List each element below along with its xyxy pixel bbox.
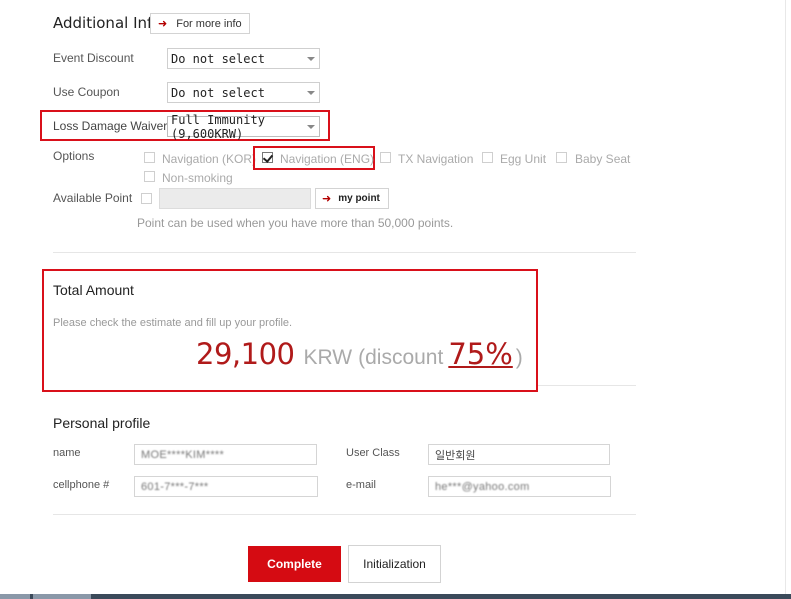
user-class-field: 일반회원 [428, 444, 610, 465]
additional-info-title: Additional Info [53, 14, 162, 32]
nav-kor-label: Navigation (KOR) [162, 152, 257, 166]
email-field[interactable]: he***@yahoo.com [428, 476, 611, 497]
nav-eng-checkbox[interactable] [262, 152, 273, 163]
divider [53, 514, 636, 515]
discount-percent: 75% [448, 337, 513, 371]
reservation-page: Additional Info ➜ For more info Event Di… [0, 0, 791, 599]
more-info-button[interactable]: ➜ For more info [150, 13, 250, 34]
divider [538, 385, 636, 386]
point-input[interactable] [159, 188, 311, 209]
discount-open: (discount [358, 346, 444, 369]
chevron-down-icon [307, 125, 315, 129]
complete-button[interactable]: Complete [248, 546, 341, 582]
initialization-button[interactable]: Initialization [348, 545, 441, 583]
available-point-label: Available Point [53, 191, 133, 205]
chevron-down-icon [307, 57, 315, 61]
use-coupon-label: Use Coupon [53, 85, 120, 99]
ldw-label: Loss Damage Waiver [53, 119, 168, 133]
name-field[interactable]: MOE****KIM**** [134, 444, 317, 465]
baby-seat-checkbox[interactable] [556, 152, 567, 163]
non-smoking-checkbox[interactable] [144, 171, 155, 182]
divider [53, 252, 636, 253]
point-note: Point can be used when you have more tha… [137, 216, 454, 230]
tx-nav-label: TX Navigation [398, 152, 474, 166]
taskbar-segment [33, 594, 91, 599]
discount-close: ) [515, 346, 523, 369]
nav-eng-label: Navigation (ENG) [280, 152, 375, 166]
event-discount-value: Do not select [171, 51, 265, 66]
non-smoking-label: Non-smoking [162, 171, 233, 185]
available-point-checkbox[interactable] [141, 193, 152, 204]
ldw-select[interactable]: Full Immunity (9,600KRW) [167, 113, 320, 141]
total-note: Please check the estimate and fill up yo… [53, 317, 293, 329]
name-value: MOE****KIM**** [141, 448, 225, 461]
window-edge [785, 0, 786, 594]
event-discount-label: Event Discount [53, 51, 134, 65]
email-value: he***@yahoo.com [435, 480, 530, 493]
ldw-value: Full Immunity (9,600KRW) [171, 112, 265, 141]
options-label: Options [53, 149, 95, 163]
egg-unit-checkbox[interactable] [482, 152, 493, 163]
cellphone-label: cellphone # [53, 479, 110, 491]
email-label: e-mail [346, 479, 376, 491]
egg-unit-label: Egg Unit [500, 152, 547, 166]
use-coupon-value: Do not select [171, 85, 265, 100]
amount-line: 29,100 KRW (discount 75% ) [196, 337, 523, 371]
taskbar [0, 594, 791, 599]
user-class-value: 일반회원 [435, 449, 476, 462]
nav-kor-checkbox[interactable] [144, 152, 155, 163]
taskbar-segment [0, 594, 30, 599]
currency-label: KRW [303, 346, 353, 369]
total-amount-title: Total Amount [53, 282, 134, 298]
total-amount-value: 29,100 [196, 337, 295, 371]
baby-seat-label: Baby Seat [575, 152, 631, 166]
arrow-right-icon: ➜ [158, 18, 168, 30]
cellphone-field[interactable]: 601-7***-7*** [134, 476, 318, 497]
my-point-button[interactable]: ➜ my point [315, 188, 389, 209]
name-label: name [53, 447, 81, 459]
user-class-label: User Class [346, 447, 400, 459]
cellphone-value: 601-7***-7*** [141, 480, 209, 493]
tx-nav-checkbox[interactable] [380, 152, 391, 163]
my-point-label: my point [338, 193, 380, 204]
personal-profile-title: Personal profile [53, 415, 151, 431]
use-coupon-select[interactable]: Do not select [167, 82, 320, 103]
more-info-label: For more info [176, 17, 242, 30]
event-discount-select[interactable]: Do not select [167, 48, 320, 69]
arrow-right-icon: ➜ [322, 193, 332, 205]
chevron-down-icon [307, 91, 315, 95]
